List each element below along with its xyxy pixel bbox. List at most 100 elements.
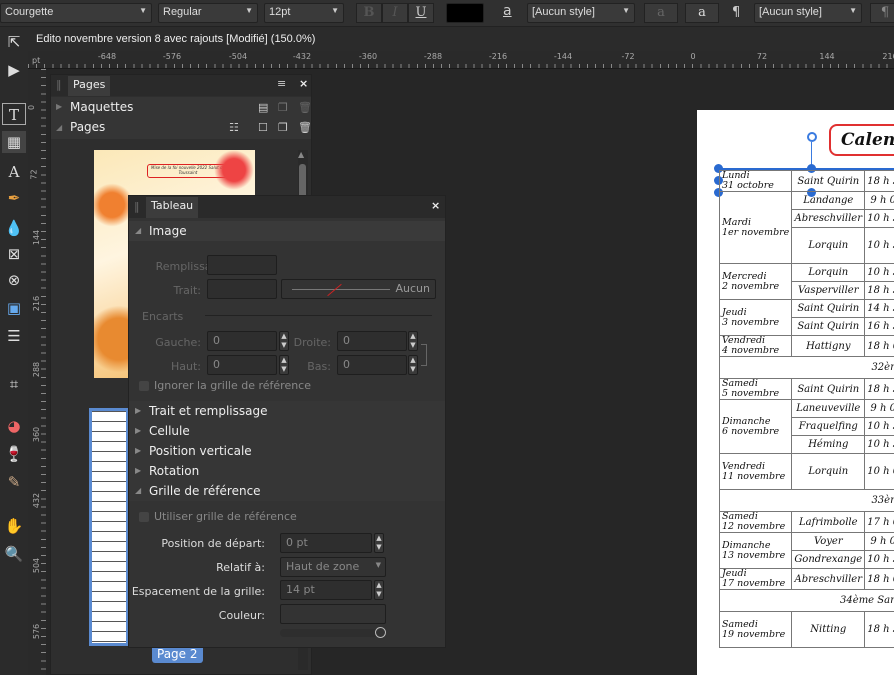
time-cell[interactable]: 10 h 30 [864,209,894,228]
time-cell[interactable]: 17 h 00 [864,511,894,533]
section-vertical-position[interactable]: ▶ Position verticale [129,441,445,461]
location-cell[interactable]: Saint Quirin [791,170,866,192]
top-inset-input[interactable]: 0 [207,355,277,375]
rotate-handle[interactable] [807,132,817,142]
color-picker-icon[interactable]: ◕ [2,415,26,437]
grid-spacing-stepper[interactable]: ▲ ▼ [374,580,384,600]
drag-grip-icon[interactable]: ‖ [56,78,62,91]
time-cell[interactable]: 18 h 30 [864,378,894,400]
link-insets-icon[interactable] [421,344,427,366]
bottom-inset-input[interactable]: 0 [337,355,407,375]
table-row[interactable]: Dimanche6 novembreLaneuveville9 h 00 [718,399,894,454]
day-cell[interactable]: Lundi 31 octobre [718,170,793,192]
location-cell[interactable]: Abreschviller [791,568,866,590]
clear-char-style-button[interactable]: a [644,3,678,23]
day-cell[interactable]: Jeudi 17 novembre [718,568,793,590]
day-cell[interactable]: Mardi 1er novembre [718,191,793,264]
font-size-select[interactable]: 12pt ▼ [264,3,344,23]
table-row[interactable]: Jeudi3 novembreSaint Quirin14 h 30 [718,299,894,336]
text-color-swatch[interactable] [446,3,484,23]
picture-frame-tool-icon[interactable]: ⊠ [2,243,26,265]
bottom-inset-stepper[interactable]: ▲ ▼ [408,355,418,375]
table-row[interactable]: Dimanche13 novembreVoyer9 h 00 [718,532,894,569]
collapse-icon[interactable]: ◢ [56,123,62,132]
artistic-text-tool-icon[interactable]: A [2,161,26,183]
time-cell[interactable]: 10 h 30 [864,550,894,569]
character-style-select[interactable]: [Aucun style] ▼ [527,3,635,23]
location-cell[interactable]: Abreschviller [791,209,866,228]
day-cell[interactable]: Samedi 5 novembre [718,378,793,400]
table-row[interactable]: 34ème Same [718,589,894,612]
week-header[interactable]: 34ème Same [718,589,894,612]
stroke-swatch[interactable] [207,279,277,299]
tab-tableau[interactable]: Tableau [146,197,199,218]
time-cell[interactable]: 9 h 00 [864,399,894,418]
left-inset-stepper[interactable]: ▲ ▼ [279,331,289,351]
location-cell[interactable]: Saint Quirin [791,317,866,336]
day-cell[interactable]: Samedi 19 novembre [718,611,793,648]
table-row[interactable]: Samedi5 novembreSaint Quirin18 h 30 [718,378,894,400]
char-style-button[interactable]: a [685,3,719,23]
paragraph-style-select[interactable]: [Aucun style] ▼ [754,3,862,23]
time-cell[interactable]: 10 h 30 [864,263,894,282]
table-row[interactable]: Samedi12 novembreLafrimbolle17 h 00 [718,511,894,533]
panel-menu-icon[interactable]: ≡ [277,77,286,90]
scroll-up-icon[interactable]: ▲ [298,150,304,159]
day-cell[interactable]: Vendredi 4 novembre [718,335,793,357]
table-row[interactable]: 32ème [718,356,894,379]
font-weight-select[interactable]: Regular ▼ [158,3,258,23]
location-cell[interactable]: Lorquin [791,263,866,282]
day-cell[interactable]: Dimanche 6 novembre [718,399,793,454]
section-cell[interactable]: ▶ Cellule [129,421,445,441]
tab-pages[interactable]: Pages [68,76,111,96]
table-row[interactable]: Vendredi4 novembreHattigny18 h 00 [718,335,894,357]
apply-master-icon[interactable]: ☷ [229,121,239,134]
day-cell[interactable]: Mercredi 2 novembre [718,263,793,300]
delete-icon[interactable]: 🗑 [298,101,312,114]
hand-tool-icon[interactable]: ✋ [2,515,26,537]
delete-icon[interactable]: 🗑 [298,121,312,134]
left-inset-input[interactable]: 0 [207,331,277,351]
week-header[interactable]: 33ème [718,489,894,512]
time-cell[interactable]: 18 h 00 [864,335,894,357]
section-image[interactable]: ◢ Image [129,221,445,241]
day-cell[interactable]: Samedi 12 novembre [718,511,793,533]
location-cell[interactable]: Lafrimbolle [791,511,866,533]
location-cell[interactable]: Gondrexange [791,550,866,569]
master-page-icon[interactable]: ▤ [258,101,268,114]
vertical-ruler[interactable]: 0 72 144 216 288 360 432 504 576 [27,69,46,675]
location-cell[interactable]: Laneuveville [791,399,866,418]
time-cell[interactable]: 10 h 30 [864,417,894,436]
frame-text-tool-icon[interactable]: T [2,103,26,125]
time-cell[interactable]: 10 h 30 [864,227,894,264]
time-cell[interactable]: 9 h 00 [864,532,894,551]
underline-button[interactable]: U [408,3,434,23]
grid-opacity-slider[interactable] [280,629,386,637]
transparency-tool-icon[interactable]: 🍷 [2,443,26,465]
table-tool-icon[interactable]: ▦ [2,131,26,153]
eyedropper-tool-icon[interactable]: ✎ [2,471,26,493]
right-inset-stepper[interactable]: ▲ ▼ [408,331,418,351]
table-row[interactable]: Vendredi11 novembreLorquin10 h 00 [718,453,894,490]
time-cell[interactable]: 18 h 30 [864,281,894,300]
grid-color-swatch[interactable] [280,604,386,624]
location-cell[interactable]: Saint Quirin [791,299,866,318]
slider-handle[interactable] [375,627,386,638]
font-family-select[interactable]: Courgette ▼ [0,3,152,23]
masters-label[interactable]: Maquettes [70,100,133,114]
expand-icon[interactable]: ▶ [56,102,62,111]
table-row[interactable]: Jeudi17 novembreAbreschviller18 h 00 [718,568,894,590]
day-cell[interactable]: Vendredi 11 novembre [718,453,793,490]
close-icon[interactable]: × [299,77,308,90]
pages-label[interactable]: Pages [70,120,105,134]
relative-to-select[interactable]: Haut de zone ▼ [280,557,386,577]
grid-spacing-input[interactable]: 14 pt [280,580,372,600]
location-cell[interactable]: Fraquelfing [791,417,866,436]
bold-button[interactable]: B [356,3,382,23]
drag-grip-icon[interactable]: ‖ [134,200,140,213]
time-cell[interactable]: 16 h 30 [864,317,894,336]
day-cell[interactable]: Dimanche 13 novembre [718,532,793,569]
location-cell[interactable]: Vasperviller [791,281,866,300]
ellipse-frame-tool-icon[interactable]: ⊗ [2,269,26,291]
time-cell[interactable]: 18 h 00 [864,568,894,590]
